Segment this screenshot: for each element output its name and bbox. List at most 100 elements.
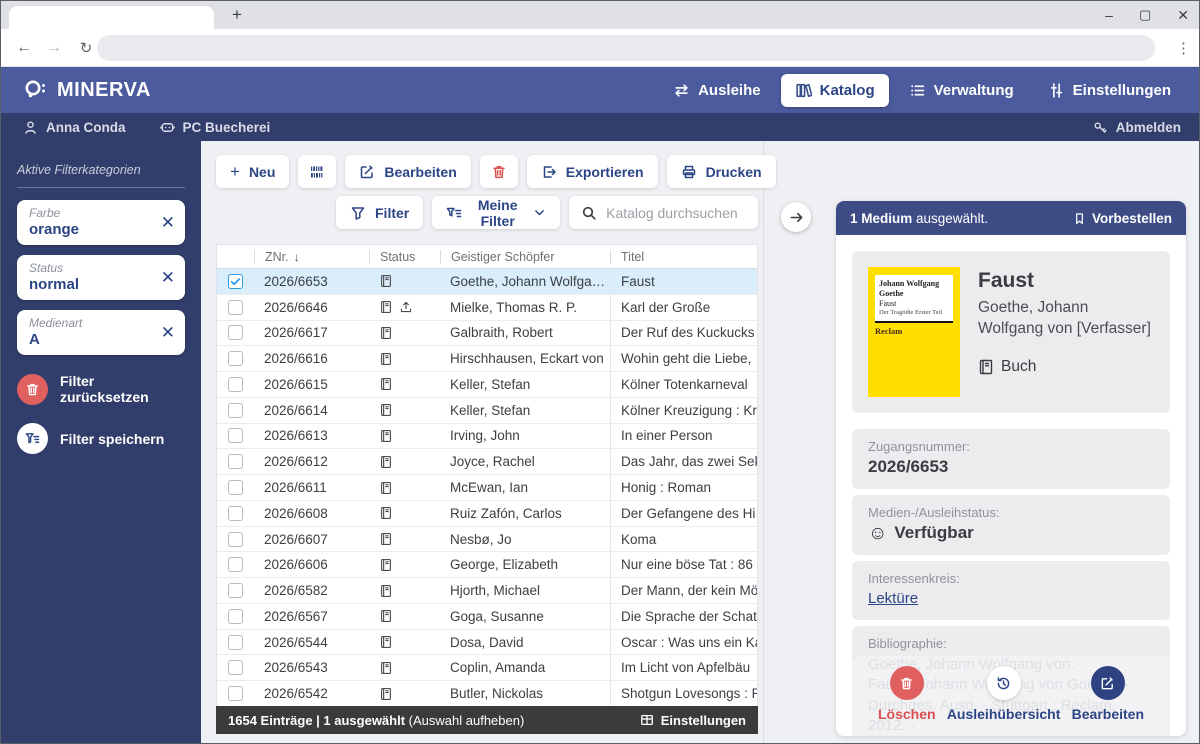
table-row[interactable]: 2026/6542Butler, NickolasShotgun Loveson… [217,681,757,707]
edit-media-button[interactable]: Bearbeiten [1072,666,1144,736]
row-checkbox[interactable] [228,403,243,418]
filter-button[interactable]: Filter [336,196,423,229]
edit-button[interactable]: Bearbeiten [345,155,470,188]
cell-author: Hirschhausen, Eckart von [440,351,610,366]
row-checkbox[interactable] [228,274,243,289]
table-row[interactable]: 2026/6543Coplin, AmandaIm Licht von Apfe… [217,655,757,681]
barcode-button[interactable] [298,155,336,188]
book-icon [379,609,393,623]
table-row[interactable]: 2026/6617Galbraith, RobertDer Ruf des Ku… [217,321,757,347]
filter-chip-status[interactable]: Status normal ✕ [17,255,185,300]
table-row[interactable]: 2026/6646Mielke, Thomas R. P.Karl der Gr… [217,295,757,321]
column-header-title[interactable]: Titel [610,250,757,264]
filter-chip-medienart[interactable]: Medienart A ✕ [17,310,185,355]
sort-desc-icon[interactable]: ↓ [294,250,300,264]
cell-author: George, Elizabeth [440,557,610,572]
interest-link[interactable]: Lektüre [868,590,918,607]
row-checkbox[interactable] [228,454,243,469]
remove-filter-icon[interactable]: ✕ [161,323,175,343]
row-checkbox[interactable] [228,506,243,521]
table-row[interactable]: 2026/6653Goethe, Johann Wolfgang von [Ve… [217,269,757,295]
books-icon [795,82,812,99]
row-checkbox[interactable] [228,557,243,572]
select-all-column[interactable] [217,250,254,264]
close-button[interactable]: ✕ [1177,7,1189,24]
minimize-button[interactable]: – [1105,7,1113,23]
row-checkbox[interactable] [228,686,243,701]
table-row[interactable]: 2026/6613Irving, JohnIn einer Person [217,424,757,450]
delete-button[interactable] [480,155,518,188]
browser-tab[interactable] [9,6,214,29]
table-row[interactable]: 2026/6606George, ElizabethNur eine böse … [217,552,757,578]
search-icon [581,205,597,221]
printer-icon [681,164,697,180]
table-row[interactable]: 2026/6544Dosa, DavidOscar : Was uns ein … [217,630,757,656]
row-checkbox[interactable] [228,428,243,443]
row-checkbox[interactable] [228,609,243,624]
row-checkbox[interactable] [228,480,243,495]
table-row[interactable]: 2026/6614Keller, StefanKölner Kreuzigung… [217,398,757,424]
nav-item-verwaltung[interactable]: Verwaltung [895,74,1028,107]
loan-overview-button[interactable]: Ausleihübersicht [947,666,1061,736]
nav-item-katalog[interactable]: Katalog [781,74,889,107]
my-filters-button[interactable]: Meine Filter [432,196,560,229]
cell-title: Nur eine böse Tat : 86 [610,552,757,577]
column-header-znr[interactable]: ZNr. ↓ [254,250,369,264]
table-row[interactable]: 2026/6608Ruiz Zafón, CarlosDer Gefangene… [217,501,757,527]
reload-icon[interactable]: ↻ [73,29,99,67]
new-button[interactable]: + Neu [216,155,289,188]
export-button[interactable]: Exportieren [527,155,658,188]
table-footer-bar: 1654 Einträge | 1 ausgewählt (Auswahl au… [216,706,758,734]
catalog-search[interactable] [569,196,758,229]
catalog-table: ZNr. ↓ Status Geistiger Schöpfer Titel 2… [216,244,758,706]
table-row[interactable]: 2026/6615Keller, StefanKölner Totenkarne… [217,372,757,398]
address-bar[interactable] [97,35,1155,61]
maximize-button[interactable]: ▢ [1139,7,1151,23]
table-row[interactable]: 2026/6611McEwan, IanHonig : Roman [217,475,757,501]
reset-filters-button[interactable]: Filter zurücksetzen [17,373,185,405]
forward-icon[interactable]: → [41,29,67,67]
browser-menu-icon[interactable]: ⋮ [1176,29,1191,67]
cell-status [369,274,440,288]
row-checkbox[interactable] [228,351,243,366]
collapse-panel-button[interactable] [781,202,811,232]
new-tab-button[interactable]: + [225,3,249,27]
table-row[interactable]: 2026/6582Hjorth, MichaelDer Mann, der ke… [217,578,757,604]
table-row[interactable]: 2026/6567Goga, SusanneDie Sprache der Sc… [217,604,757,630]
row-checkbox[interactable] [228,377,243,392]
upload-icon [399,300,413,314]
cell-title: Im Licht von Apfelbäu [610,655,757,680]
cell-author: Coplin, Amanda [440,660,610,675]
edit-icon [1091,666,1125,700]
remove-filter-icon[interactable]: ✕ [161,268,175,288]
arrow-right-icon [789,210,804,225]
row-checkbox[interactable] [228,635,243,650]
session-bar: Anna Conda PC Buecherei [1,113,1199,141]
row-checkbox[interactable] [228,300,243,315]
back-icon[interactable]: ← [11,29,37,67]
row-checkbox[interactable] [228,660,243,675]
column-header-status[interactable]: Status [369,250,440,264]
nav-item-einstellungen[interactable]: Einstellungen [1034,74,1185,107]
cell-author: Keller, Stefan [440,403,610,418]
row-checkbox[interactable] [228,583,243,598]
remove-filter-icon[interactable]: ✕ [161,213,175,233]
row-checkbox[interactable] [228,325,243,340]
cell-status [369,481,440,495]
clear-selection-link[interactable]: (Auswahl aufheben) [409,713,525,728]
row-checkbox[interactable] [228,532,243,547]
filter-chip-farbe[interactable]: Farbe orange ✕ [17,200,185,245]
nav-item-ausleihe[interactable]: Ausleihe [659,74,775,107]
logout-button[interactable]: Abmelden [1093,120,1181,135]
table-row[interactable]: 2026/6616Hirschhausen, Eckart vonWohin g… [217,346,757,372]
search-input[interactable] [606,205,746,221]
column-header-author[interactable]: Geistiger Schöpfer [440,250,610,264]
media-detail-panel: 1 Medium ausgewählt. Vorbestellen Johann… [836,201,1186,736]
table-row[interactable]: 2026/6607Nesbø, JoKoma [217,527,757,553]
delete-media-button[interactable]: Löschen [878,666,936,736]
save-filters-button[interactable]: Filter speichern [17,423,185,454]
table-row[interactable]: 2026/6612Joyce, RachelDas Jahr, das zwei… [217,449,757,475]
reserve-button[interactable]: Vorbestellen [1073,211,1172,226]
print-button[interactable]: Drucken [667,155,776,188]
table-settings-button[interactable]: Einstellungen [640,713,746,728]
